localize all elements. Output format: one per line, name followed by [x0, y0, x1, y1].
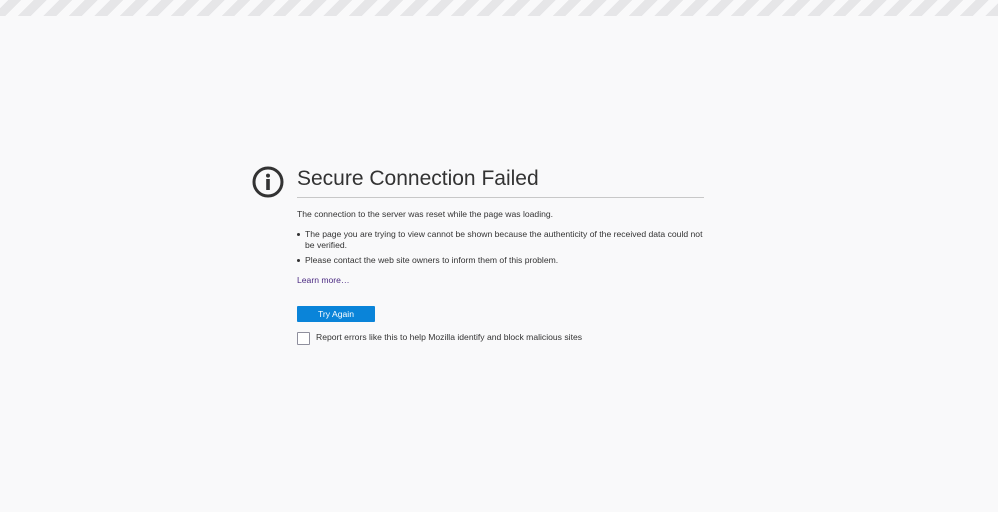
try-again-button[interactable]: Try Again: [297, 306, 375, 322]
report-errors-row: Report errors like this to help Mozilla …: [297, 332, 704, 345]
list-item: Please contact the web site owners to in…: [297, 255, 704, 266]
list-item: The page you are trying to view cannot b…: [297, 229, 704, 251]
error-description: The connection to the server was reset w…: [297, 209, 554, 219]
error-details-list: The page you are trying to view cannot b…: [297, 229, 704, 266]
report-errors-checkbox[interactable]: [297, 332, 310, 345]
info-icon: [252, 166, 284, 198]
error-content: Secure Connection Failed The connection …: [297, 166, 704, 345]
page-title: Secure Connection Failed: [297, 166, 704, 198]
learn-more-link[interactable]: Learn more…: [297, 274, 350, 286]
warning-stripes-banner: [0, 0, 998, 16]
report-errors-label[interactable]: Report errors like this to help Mozilla …: [316, 332, 582, 343]
